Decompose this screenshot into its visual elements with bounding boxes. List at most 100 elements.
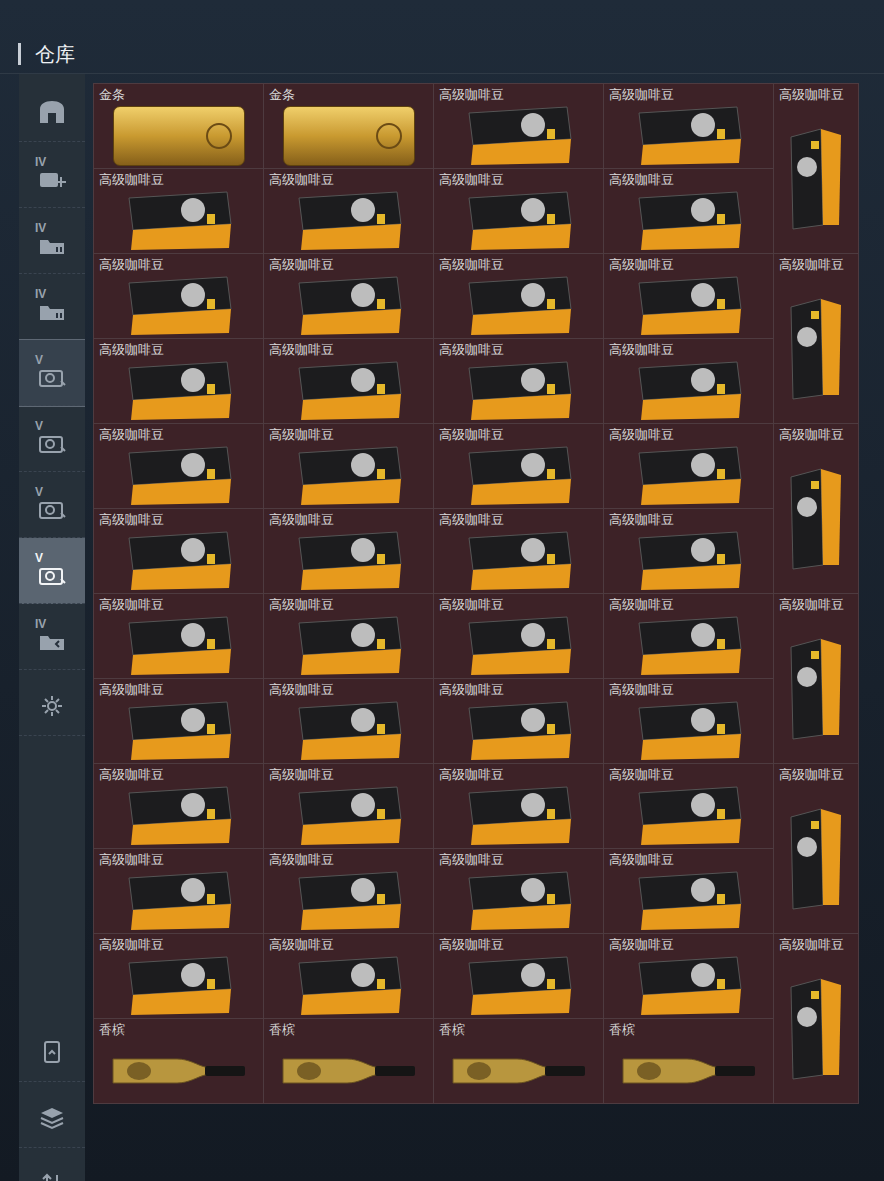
inventory-item[interactable]: 高级咖啡豆 (94, 764, 263, 848)
inventory-item[interactable]: 香槟 (434, 1019, 603, 1103)
inventory-item[interactable]: 香槟 (604, 1019, 773, 1103)
inventory-item[interactable]: 高级咖啡豆 (604, 509, 773, 593)
coffee-bag-icon (123, 275, 235, 337)
inventory-item[interactable]: 高级咖啡豆 (94, 169, 263, 253)
item-name: 高级咖啡豆 (264, 169, 433, 188)
inventory-item[interactable]: 高级咖啡豆 (434, 849, 603, 933)
item-name: 高级咖啡豆 (264, 509, 433, 528)
coffee-bag-icon (293, 870, 405, 932)
coffee-bag-icon (123, 445, 235, 507)
tier-badge: IV (35, 287, 46, 301)
inventory-item[interactable]: 高级咖啡豆 (264, 934, 433, 1018)
sidebar-item[interactable]: IV (19, 208, 85, 274)
inventory-item[interactable]: 高级咖啡豆 (264, 849, 433, 933)
inventory-item[interactable]: 高级咖啡豆 (604, 84, 773, 168)
inventory-item[interactable]: 高级咖啡豆 (774, 934, 858, 1103)
sidebar-item[interactable]: V (19, 472, 85, 538)
coffee-bag-tall-icon (787, 465, 845, 571)
inventory-item[interactable]: 高级咖啡豆 (264, 764, 433, 848)
inventory-item[interactable]: 高级咖啡豆 (604, 169, 773, 253)
inventory-item[interactable]: 高级咖啡豆 (604, 934, 773, 1018)
inventory-item[interactable]: 高级咖啡豆 (434, 934, 603, 1018)
coffee-bag-icon (463, 445, 575, 507)
item-name: 高级咖啡豆 (94, 594, 263, 613)
inventory-item[interactable]: 高级咖啡豆 (604, 254, 773, 338)
inventory-item[interactable]: 高级咖啡豆 (94, 254, 263, 338)
tier-badge: V (35, 485, 43, 499)
coffee-bag-icon (633, 360, 745, 422)
coffee-bag-icon (633, 870, 745, 932)
tier-badge: IV (35, 155, 46, 169)
item-name: 高级咖啡豆 (604, 339, 773, 358)
inventory-item[interactable]: 高级咖啡豆 (604, 594, 773, 678)
inventory-item[interactable]: 高级咖啡豆 (264, 509, 433, 593)
inventory-item[interactable]: 香槟 (264, 1019, 433, 1103)
inventory-item[interactable]: 高级咖啡豆 (604, 424, 773, 508)
inventory-item[interactable]: 金条 (264, 84, 433, 168)
inventory-item[interactable]: 高级咖啡豆 (94, 594, 263, 678)
inventory-item[interactable]: 高级咖啡豆 (264, 339, 433, 423)
coffee-bag-icon (123, 530, 235, 592)
inventory-item[interactable]: 高级咖啡豆 (434, 339, 603, 423)
inventory-item[interactable]: 高级咖啡豆 (434, 424, 603, 508)
inventory-item[interactable]: 高级咖啡豆 (94, 679, 263, 763)
inventory-item[interactable]: 高级咖啡豆 (434, 594, 603, 678)
inventory-item[interactable]: 高级咖啡豆 (604, 764, 773, 848)
item-name: 高级咖啡豆 (774, 594, 858, 613)
item-name: 香槟 (434, 1019, 603, 1038)
inventory-item[interactable]: 高级咖啡豆 (774, 424, 858, 593)
inventory-item[interactable]: 高级咖啡豆 (604, 339, 773, 423)
sidebar-item[interactable]: IV (19, 604, 85, 670)
inventory-item[interactable]: 高级咖啡豆 (774, 594, 858, 763)
sidebar-item[interactable] (19, 1082, 85, 1148)
item-name: 高级咖啡豆 (604, 764, 773, 783)
item-name: 高级咖啡豆 (264, 849, 433, 868)
sidebar-item[interactable] (19, 1148, 85, 1181)
inventory-item[interactable]: 高级咖啡豆 (264, 254, 433, 338)
coffee-bag-icon (633, 105, 745, 167)
inventory-item[interactable]: 高级咖啡豆 (604, 849, 773, 933)
sidebar-item[interactable]: IV (19, 142, 85, 208)
inventory-item[interactable]: 高级咖啡豆 (774, 254, 858, 423)
coffee-bag-icon (633, 445, 745, 507)
item-name: 高级咖啡豆 (774, 84, 858, 103)
inventory-item[interactable]: 高级咖啡豆 (774, 84, 858, 253)
inventory-item[interactable]: 高级咖啡豆 (94, 849, 263, 933)
coffee-bag-icon (633, 700, 745, 762)
inventory-item[interactable]: 高级咖啡豆 (434, 679, 603, 763)
coffee-bag-icon (123, 360, 235, 422)
inventory-item[interactable]: 高级咖啡豆 (774, 764, 858, 933)
inventory-item[interactable]: 高级咖啡豆 (264, 424, 433, 508)
inventory-item[interactable]: 高级咖啡豆 (434, 509, 603, 593)
inventory-item[interactable]: 高级咖啡豆 (434, 254, 603, 338)
sidebar-item[interactable]: V (19, 340, 85, 406)
inventory-item[interactable]: 高级咖啡豆 (264, 679, 433, 763)
inventory-item[interactable]: 高级咖啡豆 (264, 169, 433, 253)
inventory-item[interactable]: 高级咖啡豆 (94, 424, 263, 508)
item-name: 高级咖啡豆 (94, 849, 263, 868)
coffee-bag-icon (633, 785, 745, 847)
inventory-item[interactable]: 高级咖啡豆 (94, 509, 263, 593)
coffee-bag-icon (293, 445, 405, 507)
item-name: 高级咖啡豆 (94, 169, 263, 188)
sidebar-item[interactable] (19, 76, 85, 142)
inventory-item[interactable]: 高级咖啡豆 (434, 84, 603, 168)
sidebar-item[interactable]: V (19, 538, 85, 604)
inventory-item[interactable]: 高级咖啡豆 (264, 594, 433, 678)
inventory-item[interactable]: 香槟 (94, 1019, 263, 1103)
item-name: 香槟 (264, 1019, 433, 1038)
inventory-item[interactable]: 高级咖啡豆 (604, 679, 773, 763)
coffee-bag-icon (123, 190, 235, 252)
inventory-item[interactable]: 高级咖啡豆 (94, 934, 263, 1018)
sidebar-item[interactable]: V (19, 406, 85, 472)
sidebar-item[interactable] (19, 670, 85, 736)
inventory-item[interactable]: 高级咖啡豆 (434, 169, 603, 253)
inventory-item[interactable]: 金条 (94, 84, 263, 168)
inventory-item[interactable]: 高级咖啡豆 (94, 339, 263, 423)
sidebar-item[interactable] (19, 1016, 85, 1082)
inventory-item[interactable]: 高级咖啡豆 (434, 764, 603, 848)
item-name: 高级咖啡豆 (434, 934, 603, 953)
coffee-bag-icon (633, 530, 745, 592)
item-name: 高级咖啡豆 (774, 934, 858, 953)
sidebar-item[interactable]: IV (19, 274, 85, 340)
